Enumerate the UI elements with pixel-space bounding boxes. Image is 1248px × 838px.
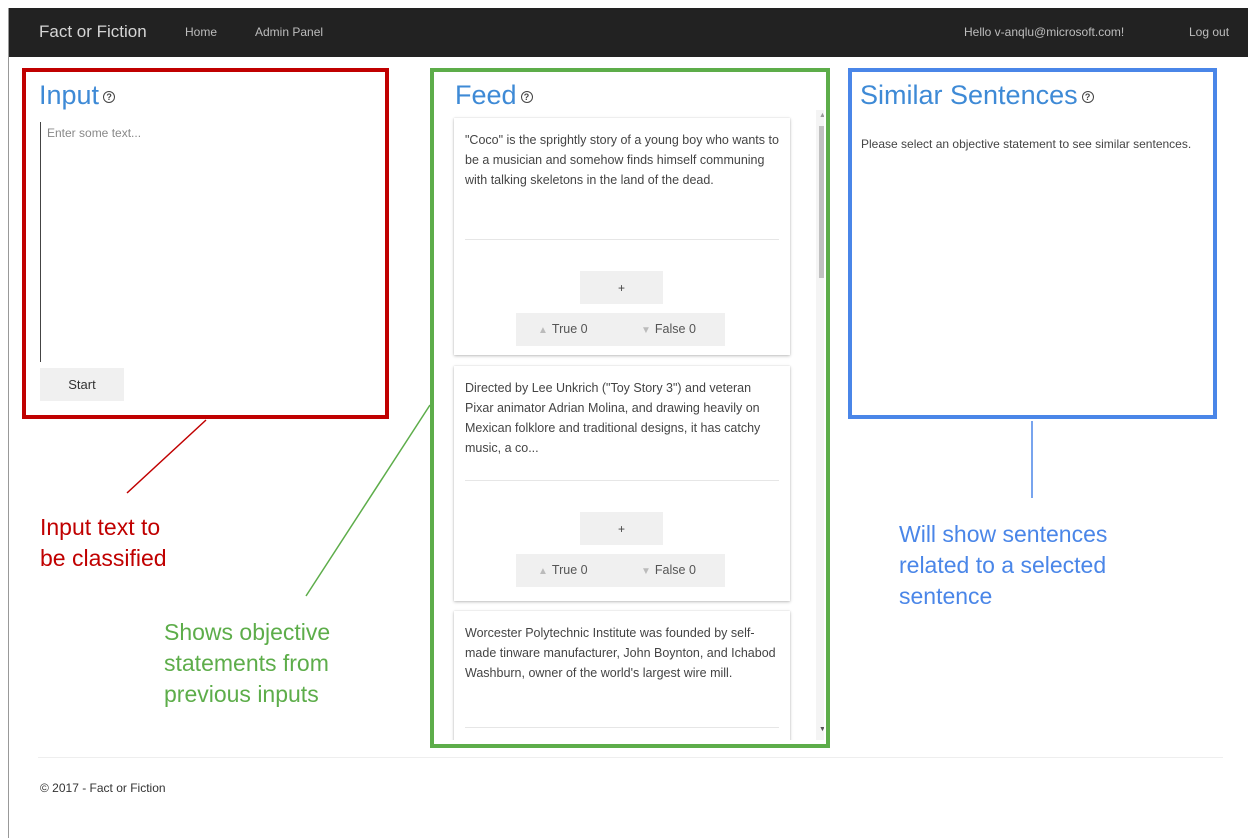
- similar-annotation: Will show sentences related to a selecte…: [899, 519, 1107, 612]
- annotation-line: sentence: [899, 583, 993, 609]
- feed-callout-line: [305, 404, 431, 597]
- vote-true-label: True 0: [551, 322, 588, 336]
- vote-false-label: False 0: [654, 322, 696, 336]
- similar-title-text: Similar Sentences: [860, 80, 1078, 110]
- similar-sentences-panel: Similar Sentences? Please select an obje…: [848, 68, 1217, 419]
- feed-title-text: Feed: [455, 80, 517, 110]
- logout-link[interactable]: Log out: [1189, 25, 1229, 39]
- feed-card[interactable]: "Coco" is the sprightly story of a young…: [454, 118, 790, 355]
- vote-true-button[interactable]: ▲ True 0: [538, 563, 588, 577]
- feed-panel: Feed? "Coco" is the sprightly story of a…: [430, 68, 830, 748]
- scrollbar-thumb[interactable]: [819, 126, 824, 278]
- input-annotation: Input text to be classified: [40, 512, 167, 574]
- navbar: Fact or Fiction Home Admin Panel Hello v…: [9, 8, 1248, 57]
- feed-scrollbar[interactable]: ▲ ▼: [816, 110, 824, 740]
- card-divider: [465, 480, 779, 481]
- vote-false-button[interactable]: ▼ False 0: [641, 322, 696, 336]
- annotation-line: Will show sentences: [899, 521, 1108, 547]
- input-text-area[interactable]: [40, 122, 375, 362]
- similar-sentences-message: Please select an objective statement to …: [861, 137, 1192, 151]
- triangle-up-icon: ▲: [538, 566, 548, 577]
- vote-true-button[interactable]: ▲ True 0: [538, 322, 588, 336]
- scroll-down-arrow-icon[interactable]: ▼: [819, 726, 824, 733]
- nav-home-link[interactable]: Home: [185, 25, 217, 39]
- similar-panel-title: Similar Sentences?: [860, 78, 1094, 112]
- input-title-text: Input: [39, 80, 100, 110]
- card-divider: [465, 239, 779, 240]
- vote-bar: ▲ True 0 ▼ False 0: [516, 554, 725, 587]
- footer-divider: [38, 757, 1223, 758]
- input-panel: Input? Start: [22, 68, 389, 419]
- card-divider: [465, 727, 779, 728]
- triangle-down-icon: ▼: [641, 325, 651, 336]
- feed-list[interactable]: "Coco" is the sprightly story of a young…: [448, 110, 824, 740]
- feed-card[interactable]: Worcester Polytechnic Institute was foun…: [454, 611, 790, 740]
- user-greeting-link[interactable]: Hello v-anqlu@microsoft.com!: [964, 25, 1124, 39]
- brand-link[interactable]: Fact or Fiction: [39, 22, 147, 42]
- vote-false-button[interactable]: ▼ False 0: [641, 563, 696, 577]
- annotation-line: be classified: [40, 545, 167, 571]
- vote-false-label: False 0: [654, 563, 696, 577]
- add-button[interactable]: +: [580, 512, 663, 545]
- triangle-up-icon: ▲: [538, 325, 548, 336]
- feed-annotation: Shows objective statements from previous…: [164, 617, 330, 710]
- feed-card[interactable]: Directed by Lee Unkrich ("Toy Story 3") …: [454, 366, 790, 601]
- feed-card-text[interactable]: Worcester Polytechnic Institute was foun…: [465, 623, 783, 683]
- feed-panel-title: Feed?: [455, 78, 533, 112]
- annotation-line: statements from: [164, 650, 329, 676]
- annotation-line: previous inputs: [164, 681, 319, 707]
- window-edge: [8, 8, 9, 838]
- input-callout-line: [126, 419, 207, 494]
- nav-admin-panel-link[interactable]: Admin Panel: [255, 25, 323, 39]
- annotation-line: Input text to: [40, 514, 161, 540]
- feed-card-text[interactable]: "Coco" is the sprightly story of a young…: [465, 130, 783, 190]
- question-circle-icon[interactable]: ?: [103, 90, 116, 103]
- triangle-down-icon: ▼: [641, 566, 651, 577]
- add-button[interactable]: +: [580, 271, 663, 304]
- footer-copyright: © 2017 - Fact or Fiction: [40, 781, 166, 795]
- feed-card-text[interactable]: Directed by Lee Unkrich ("Toy Story 3") …: [465, 378, 783, 458]
- scroll-up-arrow-icon[interactable]: ▲: [819, 112, 824, 119]
- annotation-line: related to a selected: [899, 552, 1107, 578]
- start-button[interactable]: Start: [40, 368, 124, 401]
- vote-bar: ▲ True 0 ▼ False 0: [516, 313, 725, 346]
- vote-true-label: True 0: [551, 563, 588, 577]
- question-circle-icon[interactable]: ?: [520, 90, 533, 103]
- input-panel-title: Input?: [39, 78, 116, 112]
- annotation-line: Shows objective: [164, 619, 331, 645]
- question-circle-icon[interactable]: ?: [1081, 90, 1094, 103]
